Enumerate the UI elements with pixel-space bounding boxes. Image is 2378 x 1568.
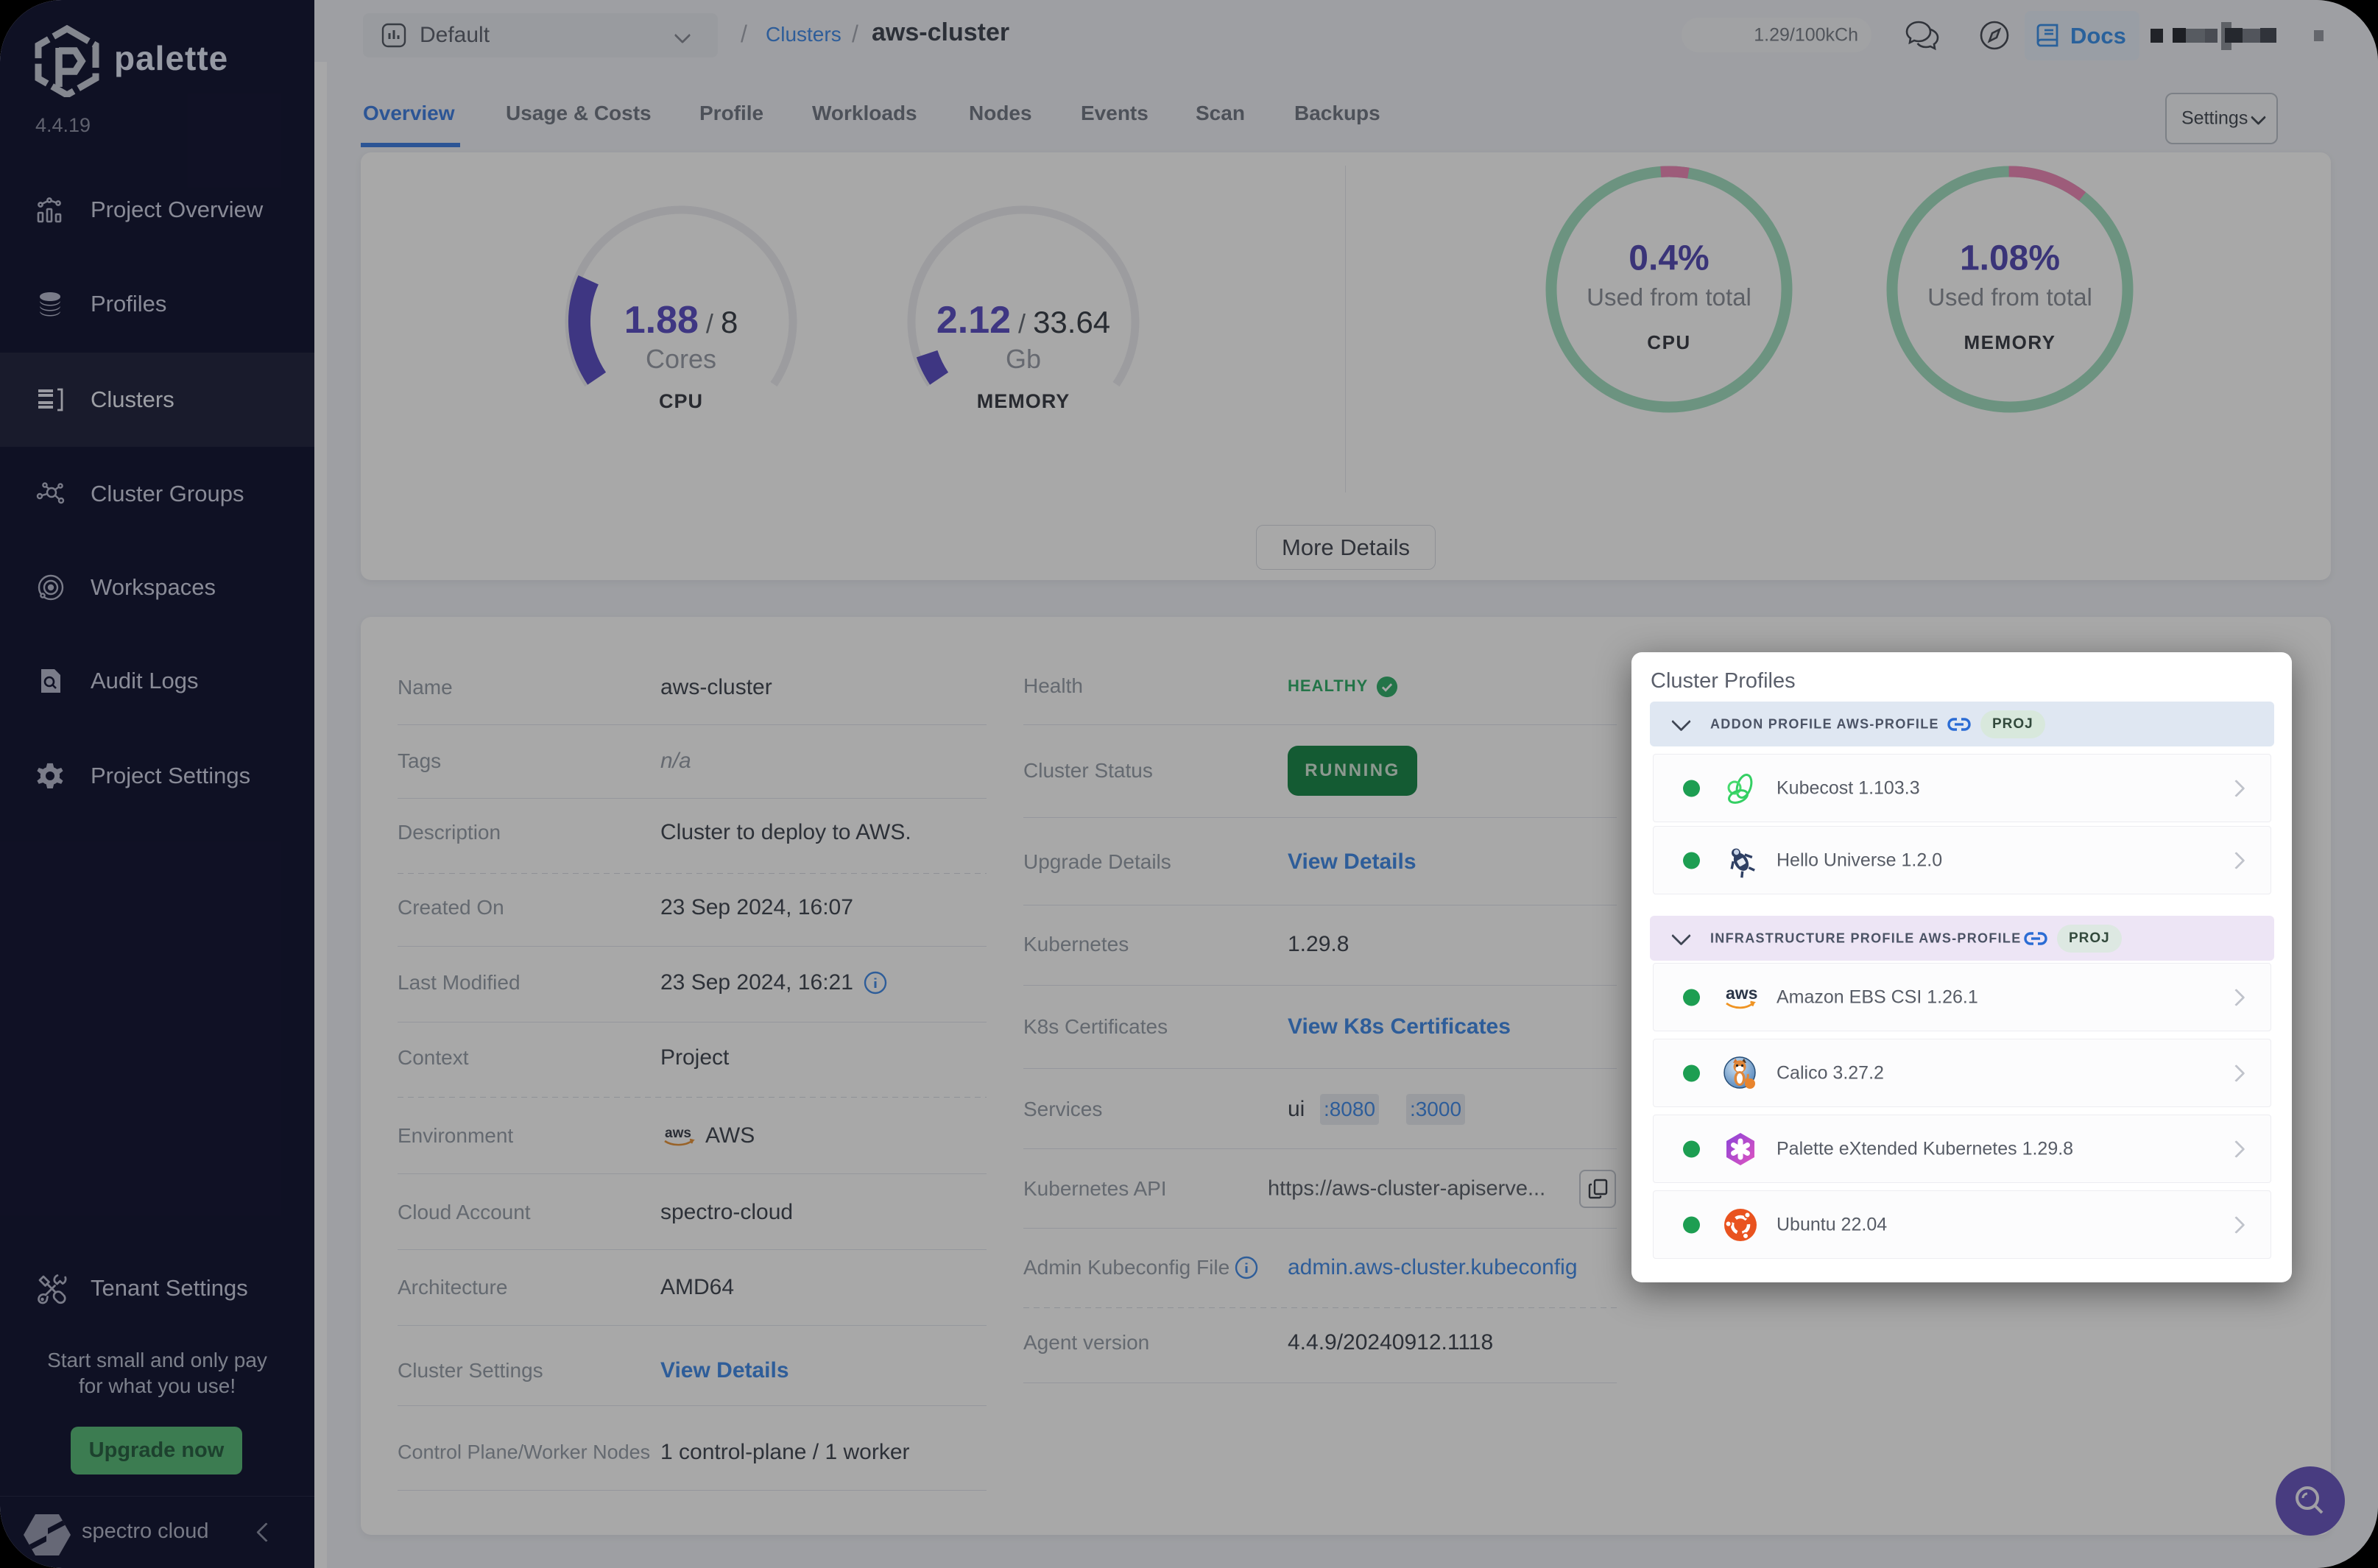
svg-text:aws: aws xyxy=(1726,983,1757,1003)
